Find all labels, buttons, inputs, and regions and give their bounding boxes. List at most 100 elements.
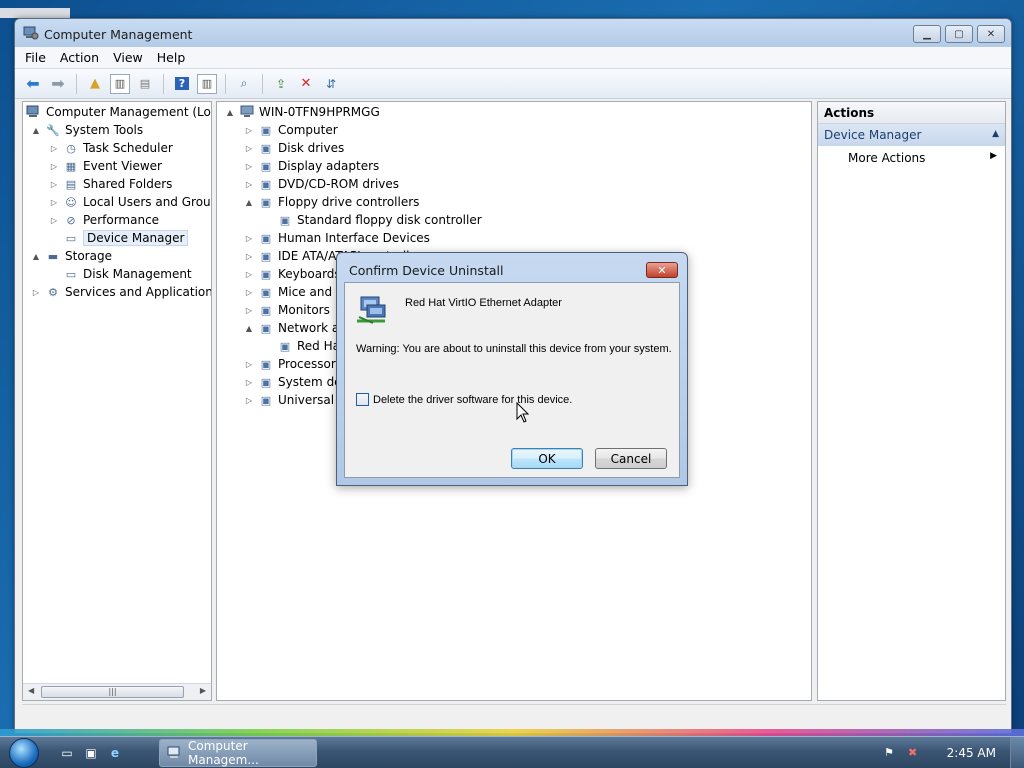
collapse-icon[interactable]: ▲ <box>31 252 41 261</box>
dialog-close-button[interactable]: ✕ <box>646 262 678 278</box>
more-actions-item[interactable]: More Actions ▶ <box>818 146 1005 168</box>
properties-button[interactable]: ▤ <box>135 74 155 94</box>
uninstall-button[interactable]: ✕ <box>296 74 316 94</box>
menu-action[interactable]: Action <box>60 50 99 65</box>
tree-item-shared-folders[interactable]: ▷ ▤ Shared Folders <box>49 175 172 193</box>
collapse-icon[interactable]: ▲ <box>225 108 235 117</box>
horizontal-scrollbar[interactable]: ◀ ||| ▶ <box>23 683 211 700</box>
switch-windows-icon[interactable]: ▣ <box>82 745 100 761</box>
expand-icon[interactable]: ▷ <box>49 216 59 225</box>
expand-icon[interactable]: ▷ <box>244 234 254 243</box>
network-error-icon[interactable]: ✖ <box>908 746 924 760</box>
expand-icon[interactable]: ▷ <box>244 306 254 315</box>
ok-button[interactable]: OK <box>511 448 583 469</box>
tree-item-event-viewer[interactable]: ▷ ▦ Event Viewer <box>49 157 162 175</box>
expand-icon[interactable]: ▷ <box>31 288 41 297</box>
internet-explorer-icon[interactable]: e <box>106 745 124 761</box>
device-tree-item-keyboards[interactable]: ▷ ▣ Keyboards <box>244 265 341 283</box>
tree-item-local-users-and-groups[interactable]: ▷ ☺ Local Users and Groups <box>49 193 211 211</box>
device-tree-item-processors[interactable]: ▷ ▣ Processors <box>244 355 342 373</box>
delete-driver-checkbox-row[interactable]: Delete the driver software for this devi… <box>356 393 572 406</box>
scrollbar-thumb[interactable]: ||| <box>41 686 184 698</box>
show-desktop-button[interactable] <box>1010 737 1024 768</box>
tree-item-performance[interactable]: ▷ ⊘ Performance <box>49 211 159 229</box>
users-icon: ☺ <box>65 195 77 209</box>
scan-hardware-button[interactable]: ⌕ <box>234 74 254 94</box>
device-tree-item-label: Processors <box>278 357 343 371</box>
device-tree-item-computer[interactable]: ▷ ▣ Computer <box>244 121 338 139</box>
maximize-button[interactable]: ▢ <box>945 25 973 43</box>
tree-item-system-tools[interactable]: ▲ 🔧 System Tools <box>31 121 143 139</box>
collapse-icon[interactable]: ▲ <box>244 198 254 207</box>
computer-icon <box>239 105 255 119</box>
device-tree-item-dvd-cd-rom-drives[interactable]: ▷ ▣ DVD/CD-ROM drives <box>244 175 399 193</box>
console-tree-pane[interactable]: Computer Management (Local) ▲ 🔧 System Too… <box>22 101 212 701</box>
device-tree-item-standard-floppy-disk-controller[interactable]: ▣ Standard floppy disk controller <box>263 211 482 229</box>
delete-driver-checkbox[interactable] <box>356 393 369 406</box>
menu-file[interactable]: File <box>25 50 46 65</box>
show-hide-action-pane-button[interactable]: ▥ <box>197 73 217 94</box>
scroll-left-icon[interactable]: ◀ <box>28 686 34 695</box>
expand-icon[interactable]: ▷ <box>49 180 59 189</box>
expand-icon[interactable]: ▷ <box>244 126 254 135</box>
device-tree-root[interactable]: ▲ WIN-0TFN9HPRMGG <box>225 103 380 121</box>
minimize-button[interactable]: ▁ <box>913 25 941 43</box>
device-tree-item-display-adapters[interactable]: ▷ ▣ Display adapters <box>244 157 379 175</box>
expand-icon[interactable]: ▷ <box>49 144 59 153</box>
action-center-icon[interactable]: ⚑ <box>884 746 900 760</box>
device-tree-item-human-interface-devices[interactable]: ▷ ▣ Human Interface Devices <box>244 229 430 247</box>
expand-icon[interactable]: ▷ <box>244 378 254 387</box>
tree-item-device-manager[interactable]: ▭ Device Manager <box>49 229 189 247</box>
delete-driver-checkbox-label[interactable]: Delete the driver software for this devi… <box>373 394 572 406</box>
show-desktop-quicklaunch-icon[interactable]: ▭ <box>58 745 76 761</box>
forward-button[interactable]: ➡ <box>48 74 68 94</box>
title-bar[interactable]: Computer Management ▁ ▢ ✕ <box>15 19 1011 47</box>
expand-icon[interactable]: ▷ <box>49 198 59 207</box>
expand-icon[interactable]: ▷ <box>244 180 254 189</box>
tree-root-label: Computer Management (Local) <box>46 105 211 119</box>
menu-help[interactable]: Help <box>157 50 186 65</box>
scroll-right-icon[interactable]: ▶ <box>200 686 206 695</box>
tree-root[interactable]: Computer Management (Local) <box>26 103 211 121</box>
computer-management-icon <box>23 26 39 40</box>
show-hide-console-tree-button[interactable]: ▥ <box>110 73 130 94</box>
up-one-level-button[interactable]: ▲ <box>85 74 105 94</box>
collapse-up-icon[interactable]: ▲ <box>992 129 999 139</box>
expand-icon[interactable]: ▷ <box>244 288 254 297</box>
cancel-button[interactable]: Cancel <box>595 448 667 469</box>
forward-arrow-icon: ➡ <box>51 74 65 93</box>
device-tree-item-disk-drives[interactable]: ▷ ▣ Disk drives <box>244 139 344 157</box>
device-category-icon: ▣ <box>279 213 291 227</box>
collapse-icon[interactable]: ▲ <box>244 324 254 333</box>
clock[interactable]: 2:45 AM <box>947 746 996 760</box>
expand-icon[interactable]: ▷ <box>244 252 254 261</box>
expand-icon[interactable]: ▷ <box>244 144 254 153</box>
menu-view[interactable]: View <box>113 50 143 65</box>
device-category-icon: ▣ <box>260 141 272 155</box>
tree-item-services-and-applications[interactable]: ▷ ⚙ Services and Applications <box>31 283 212 301</box>
device-tree-item-floppy-drive-controllers[interactable]: ▲ ▣ Floppy drive controllers <box>244 193 420 211</box>
actions-section-device-manager[interactable]: Device Manager ▲ <box>818 124 1005 146</box>
taskbar-computer-management[interactable]: Computer Managem... <box>159 739 317 767</box>
tree-item-storage[interactable]: ▲ ▬ Storage <box>31 247 112 265</box>
expand-icon[interactable]: ▷ <box>244 162 254 171</box>
collapse-icon[interactable]: ▲ <box>31 126 41 135</box>
back-button[interactable]: ⬅ <box>23 74 43 94</box>
update-driver-button[interactable]: ⇪ <box>271 74 291 94</box>
warning-text: Warning: You are about to uninstall this… <box>356 343 672 355</box>
expand-icon[interactable]: ▷ <box>49 162 59 171</box>
mouse-cursor-icon <box>516 402 530 423</box>
tree-item-disk-management[interactable]: ▭ Disk Management <box>49 265 192 283</box>
device-tree-item-label: Floppy drive controllers <box>278 195 420 209</box>
device-tree-item-monitors[interactable]: ▷ ▣ Monitors <box>244 301 330 319</box>
expand-icon[interactable]: ▷ <box>244 270 254 279</box>
expand-icon[interactable]: ▷ <box>244 396 254 405</box>
close-button[interactable]: ✕ <box>977 25 1005 43</box>
help-button[interactable]: ? <box>172 74 192 94</box>
tree-item-task-scheduler[interactable]: ▷ ◷ Task Scheduler <box>49 139 173 157</box>
toolbar-separator <box>262 73 263 94</box>
start-button[interactable] <box>4 737 44 768</box>
expand-icon[interactable]: ▷ <box>244 360 254 369</box>
tree-item-label: Services and Applications <box>65 285 212 299</box>
enable-device-button[interactable]: ⇵ <box>321 74 341 94</box>
